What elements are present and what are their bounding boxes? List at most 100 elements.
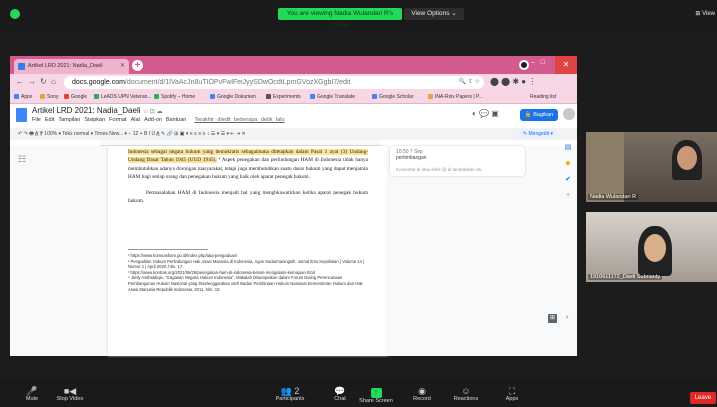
google-docs-logo[interactable] <box>16 108 27 122</box>
toolbar-icon: ☺ <box>461 386 471 396</box>
profile-icon[interactable] <box>519 60 529 70</box>
zoom-bottom-toolbar: 🎤 Mute ■◀ Stop Video 👥 2 Participants 💬 Chat ↑ Sh… <box>0 380 717 407</box>
explore-button[interactable]: ⊞ <box>548 314 557 323</box>
paragraph-1[interactable]: Indonesia sebagai negara hukum yang demo… <box>128 148 368 182</box>
header-action-icons[interactable]: ◐ 💬 ▣ <box>472 109 499 118</box>
bookmark-item[interactable]: Google Scholar <box>372 94 413 100</box>
docs-menu-bar: File Edit Tampilan Sisipkan Format Alat Add-on… <box>32 117 285 123</box>
comment-card[interactable]: 10:50 7 Sep pertimbangan Komentar di ata… <box>390 146 525 176</box>
share-screen-icon: ↑ <box>370 388 382 398</box>
url-input[interactable]: docs.google.com/document/d/1lVaAcJn8uTIO… <box>64 76 484 89</box>
bookmark-label: Google <box>71 94 88 100</box>
extension-icons[interactable]: ⬤ ⬤ ✱ ● ⋮ <box>490 77 536 86</box>
outline-icon[interactable]: ☷ <box>18 154 26 165</box>
reading-list-button[interactable]: Reading list <box>530 94 556 100</box>
bookmark-item[interactable]: Apps <box>14 94 32 100</box>
participant-name-2: 1910611172_Daeli Subrianty <box>588 274 663 280</box>
bookmark-label: Apps <box>21 94 33 100</box>
menu-item[interactable]: Sisipkan <box>84 117 105 123</box>
menu-item[interactable]: File <box>32 117 41 123</box>
browser-tab[interactable]: Artikel LRD 2021: Nadia_Daeli ✕ <box>14 59 129 74</box>
bookmark-label: LeADS UPN Veteran... <box>101 94 152 100</box>
menu-item[interactable]: Bantuan <box>166 117 187 123</box>
zoom-toolbar-item[interactable]: ☺ Reactions <box>446 386 486 402</box>
toolbar-label: Record <box>413 396 431 402</box>
toolbar-label: Apps <box>505 396 519 402</box>
menu-item[interactable]: Alat <box>131 117 140 123</box>
side-panel-icons[interactable]: ▤ ◆ ✔ + <box>560 140 576 204</box>
bookmark-label: Spotify – Home <box>161 94 196 100</box>
view-layout-button[interactable]: ⊞ View <box>695 10 715 17</box>
participant-video-1[interactable]: Nadia Wulandari R <box>586 132 717 202</box>
footnote-item: ² Pengadilan Hukum Perlindungan Hak Asas… <box>128 258 365 270</box>
zoom-toolbar-item[interactable]: 🎤 Mute <box>12 386 52 402</box>
edit-mode-dropdown[interactable]: ✎ Mengedit ▾ <box>518 129 557 139</box>
zoom-share-star-icons[interactable]: 🔍 ⇪ ☆ <box>459 76 480 89</box>
zoom-top-bar: You are viewing Nadia Wulandari R's scre… <box>0 0 717 30</box>
zoom-toolbar-item[interactable]: ↑ Share Screen <box>356 386 396 404</box>
toolbar-icon: 💬 <box>334 386 346 396</box>
window-close-button[interactable]: ✕ <box>555 56 577 74</box>
bookmark-item[interactable]: Google Translate <box>310 94 355 100</box>
bookmark-icon <box>428 94 433 99</box>
bookmark-label: Google Scholar <box>379 94 414 100</box>
bookmark-item[interactable]: Experiments <box>266 94 301 100</box>
footnote-divider <box>128 249 208 250</box>
tab-close-icon[interactable]: ✕ <box>120 59 125 74</box>
toolbar-label: Mute <box>25 396 39 402</box>
bookmark-item[interactable]: LeADS UPN Veteran... <box>94 94 152 100</box>
forward-icon[interactable]: → <box>28 77 36 86</box>
security-shield-icon[interactable] <box>10 9 20 19</box>
bookmark-item[interactable]: Spotify – Home <box>154 94 195 100</box>
leave-button[interactable]: Leave <box>690 392 716 404</box>
participant-name-1: Nadia Wulandari R <box>588 194 639 200</box>
bookmark-item[interactable]: INA-Rxiv Papers | P... <box>428 94 483 100</box>
zoom-toolbar-item[interactable]: 💬 Chat <box>320 386 360 402</box>
bookmark-item[interactable]: Sony <box>40 94 58 100</box>
docs-icon <box>18 63 25 70</box>
docs-header: Artikel LRD 2021: Nadia_Daeli ☆ ⊡ ☁ File… <box>10 104 577 128</box>
zoom-window: { "zoom": { "share_banner": "You are vie… <box>0 0 717 407</box>
footnotes[interactable]: ¹ https://www.komnasham.go.id/index.php/… <box>128 253 368 292</box>
toolbar-label: Share Screen <box>359 398 393 404</box>
room-wall <box>586 132 624 202</box>
view-options-button[interactable]: View Options ⌄ <box>404 8 464 20</box>
bookmark-icon <box>310 94 315 99</box>
menu-item[interactable]: Add-on <box>144 117 162 123</box>
paragraph-2[interactable]: Permasalahan HAM di Indonesia menjadi ha… <box>128 189 368 206</box>
document-page[interactable]: Indonesia sebagai negara hukum yang demo… <box>108 146 388 356</box>
new-tab-button[interactable]: + <box>132 60 143 71</box>
bookmark-icon <box>266 94 271 99</box>
zoom-toolbar-item[interactable]: 👥 2 Participants <box>270 386 310 402</box>
document-title[interactable]: Artikel LRD 2021: Nadia_Daeli ☆ ⊡ ☁ <box>32 106 162 115</box>
comment-reply-input[interactable]: Komentar di atau ketik @ di tambahkan ah… <box>396 167 519 172</box>
zoom-toolbar-item[interactable]: ◉ Record <box>402 386 442 402</box>
collapse-panel-icon[interactable]: › <box>566 314 568 321</box>
toolbar-icon: 👥 2 <box>280 386 300 396</box>
zoom-toolbar-item[interactable]: ⛶ Apps <box>492 386 532 402</box>
bookmark-icon <box>210 94 215 99</box>
bookmark-item[interactable]: Google <box>64 94 87 100</box>
toolbar-controls[interactable]: ↶ ↷ 🖶 A̲ ⁋ 100% ▾ Teks normal ▾ Times Ne… <box>18 131 246 137</box>
bookmark-label: Experiments <box>273 94 301 100</box>
toolbar-icon: ◉ <box>418 386 426 396</box>
reload-icon[interactable]: ↻ <box>40 77 47 86</box>
bookmark-item[interactable]: Google Dokumen <box>210 94 256 100</box>
tab-strip: Artikel LRD 2021: Nadia_Daeli ✕ + –□ ✕ <box>10 56 577 74</box>
menu-item[interactable]: Edit <box>45 117 54 123</box>
last-edit-link[interactable]: Terakhir diedit beberapa detik lalu <box>194 117 284 123</box>
formatting-toolbar[interactable]: ↶ ↷ 🖶 A̲ ⁋ 100% ▾ Teks normal ▾ Times Ne… <box>10 128 577 140</box>
toolbar-label: Chat <box>334 396 346 402</box>
zoom-toolbar-item[interactable]: ■◀ Stop Video <box>50 386 90 402</box>
menu-item[interactable]: Tampilan <box>58 117 80 123</box>
bookmark-icon <box>14 94 19 99</box>
back-icon[interactable]: ← <box>16 77 24 86</box>
home-icon[interactable]: ⌂ <box>51 77 56 86</box>
minimize-maximize-icons[interactable]: –□ <box>531 59 551 66</box>
toolbar-label: Reactions <box>453 396 479 402</box>
menu-item[interactable]: Format <box>109 117 126 123</box>
toolbar-icon: 🎤 <box>26 386 38 396</box>
account-avatar[interactable] <box>563 108 575 120</box>
share-button[interactable]: 🔒 Bagikan <box>520 109 558 121</box>
participant-video-2[interactable]: 1910611172_Daeli Subrianty <box>586 212 717 282</box>
